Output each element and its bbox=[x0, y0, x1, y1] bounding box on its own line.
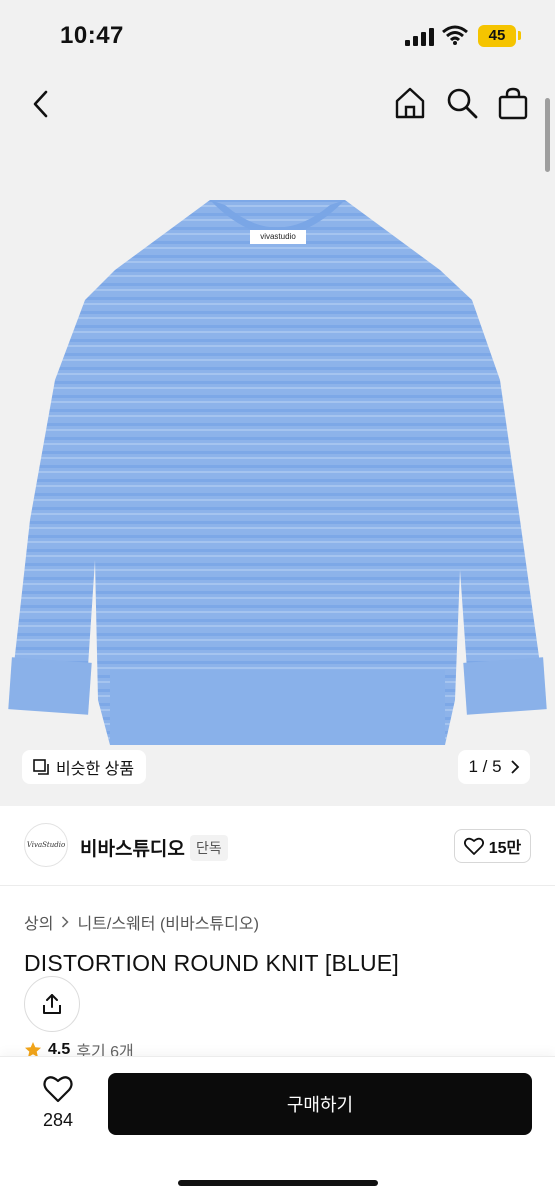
garment-label: vivastudio bbox=[250, 230, 306, 244]
home-icon[interactable] bbox=[393, 86, 427, 120]
buy-button[interactable]: 구매하기 bbox=[108, 1073, 532, 1135]
seller-row[interactable]: VivaStudio 비바스튜디오 단독 15만 bbox=[0, 806, 555, 886]
cellular-signal-icon bbox=[405, 28, 434, 46]
similar-products-label: 비슷한 상품 bbox=[56, 761, 135, 778]
wishlist-button[interactable]: 284 bbox=[30, 1075, 86, 1131]
wifi-icon bbox=[442, 25, 468, 45]
breadcrumb: 상의 니트/스웨터 (비바스튜디오) bbox=[24, 910, 259, 934]
similar-products-button[interactable]: 비슷한 상품 bbox=[22, 750, 147, 784]
battery-tip bbox=[518, 31, 521, 40]
breadcrumb-item-top[interactable]: 상의 bbox=[24, 910, 53, 934]
brand-like-button[interactable]: 15만 bbox=[454, 829, 531, 863]
pager-text: 1 / 5 bbox=[468, 757, 502, 776]
search-icon[interactable] bbox=[445, 86, 479, 120]
brand-logo[interactable]: VivaStudio bbox=[24, 823, 68, 867]
status-bar: 10:47 45 bbox=[0, 0, 555, 70]
share-button[interactable] bbox=[24, 976, 80, 1032]
exclusive-badge: 단독 bbox=[190, 835, 228, 861]
heart-icon bbox=[43, 1076, 73, 1103]
wishlist-count: 284 bbox=[42, 1110, 74, 1130]
share-icon bbox=[43, 994, 61, 1014]
chevron-left-icon[interactable] bbox=[28, 88, 56, 120]
product-title: DISTORTION ROUND KNIT [BLUE] bbox=[24, 950, 399, 976]
status-time: 10:47 bbox=[60, 22, 124, 49]
home-indicator bbox=[178, 1180, 378, 1186]
product-image-gallery[interactable]: vivastudio 비슷한 상품 1 / 5 bbox=[0, 0, 555, 806]
page-scrollbar[interactable] bbox=[545, 98, 550, 172]
brand-like-count: 15만 bbox=[488, 840, 522, 857]
chevron-right-icon bbox=[62, 916, 70, 928]
bottom-action-bar: 284 구매하기 bbox=[0, 1056, 555, 1200]
brand-name[interactable]: 비바스튜디오 bbox=[80, 834, 185, 861]
chevron-right-icon bbox=[510, 760, 519, 774]
battery-icon: 45 bbox=[478, 25, 516, 47]
heart-icon bbox=[463, 837, 484, 855]
shopping-bag-icon[interactable] bbox=[496, 86, 530, 120]
product-image bbox=[8, 200, 547, 745]
similar-icon bbox=[33, 759, 49, 775]
breadcrumb-item-category[interactable]: 니트/스웨터 (비바스튜디오) bbox=[77, 910, 258, 934]
image-pager[interactable]: 1 / 5 bbox=[458, 750, 530, 784]
